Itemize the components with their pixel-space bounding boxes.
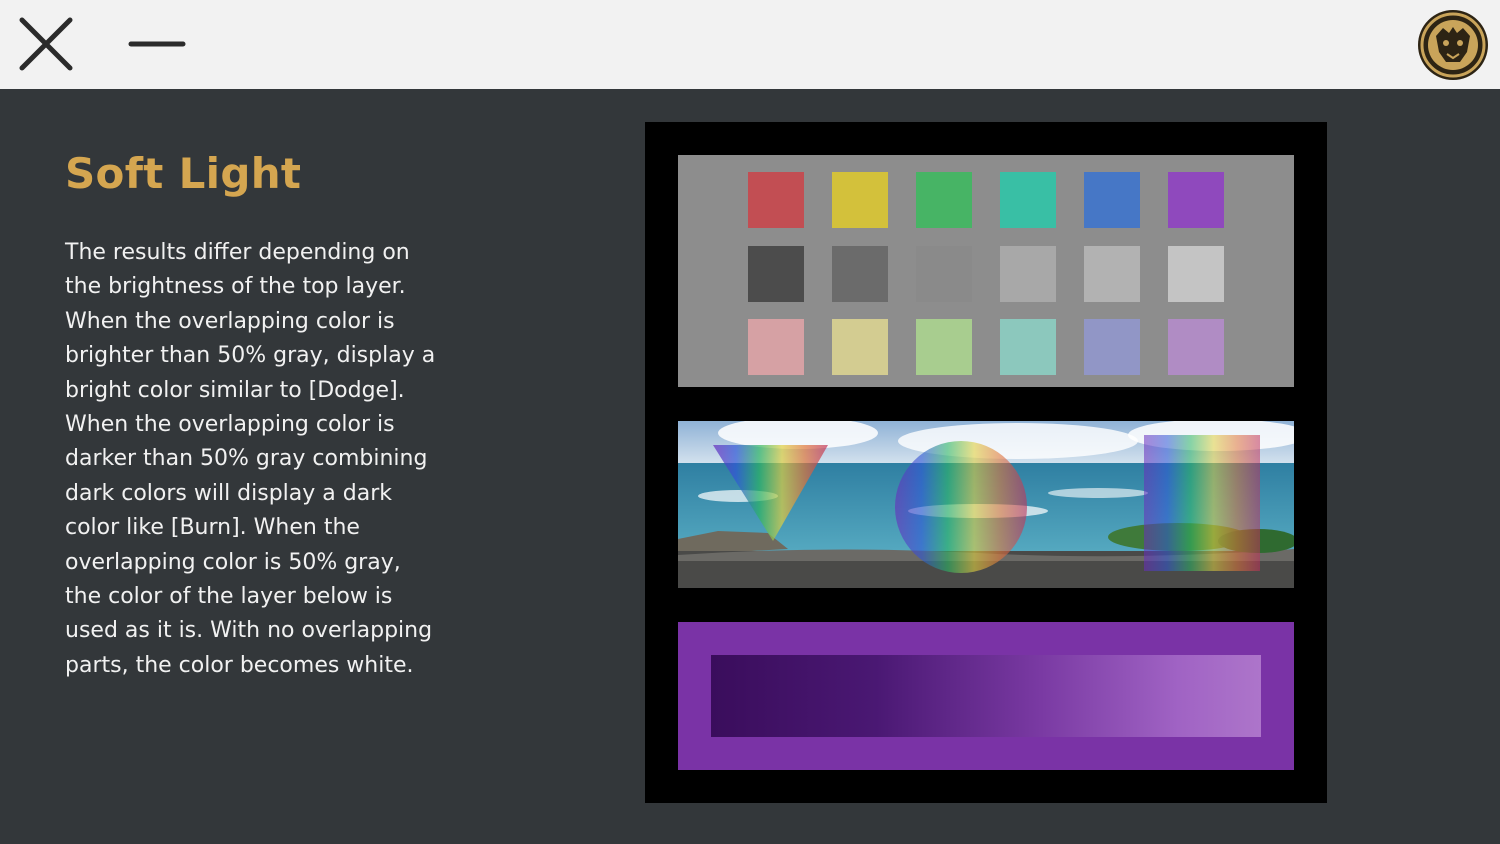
swatch-teal [1000,172,1056,228]
swatch-pale-green [916,319,972,375]
seascape-example-image [678,421,1294,588]
lion-emblem-icon [1418,10,1488,80]
swatch-gray-5 [1084,246,1140,302]
seascape-illustration [678,421,1294,588]
gradient-example-area [678,622,1294,770]
swatch-pale-purple [1168,319,1224,375]
swatch-pale-yellow [832,319,888,375]
logo [1416,8,1490,82]
swatch-gray-2 [832,246,888,302]
example-panel [645,122,1327,803]
color-swatch-grid [678,155,1294,387]
minimize-icon [128,41,186,47]
close-button[interactable] [16,14,76,74]
minimize-button[interactable] [126,26,188,62]
swatch-pale-red [748,319,804,375]
swatch-pale-blue [1084,319,1140,375]
swatch-gray-6 [1168,246,1224,302]
page-title: Soft Light [65,149,302,198]
gradient-bar [711,655,1261,737]
swatch-pale-teal [1000,319,1056,375]
top-bar [0,0,1500,89]
swatch-gray-4 [1000,246,1056,302]
close-icon [19,17,73,71]
swatch-gray-3 [916,246,972,302]
swatch-green [916,172,972,228]
swatch-purple [1168,172,1224,228]
swatch-red [748,172,804,228]
swatch-blue [1084,172,1140,228]
swatch-gray-1 [748,246,804,302]
description-text: The results differ depending on the brig… [65,240,436,678]
swatch-yellow [832,172,888,228]
